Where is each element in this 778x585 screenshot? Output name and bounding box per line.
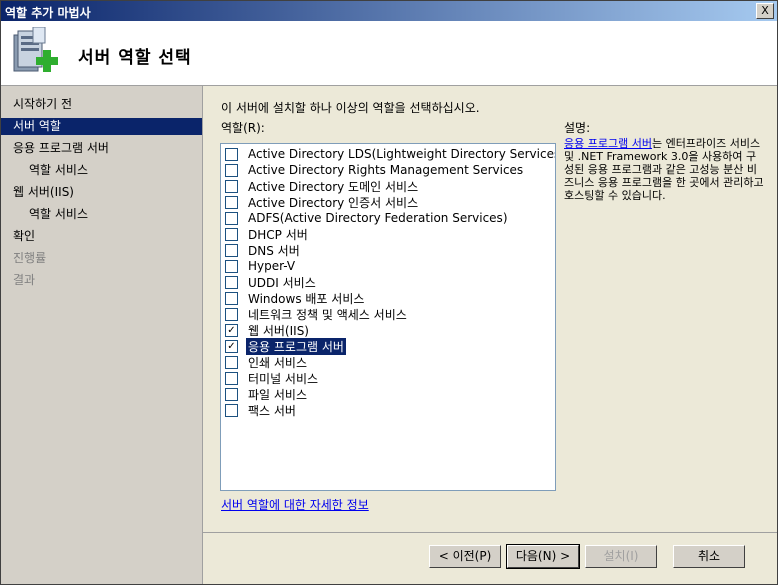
more-info-link[interactable]: 서버 역할에 대한 자세한 정보 bbox=[221, 496, 369, 513]
checkbox[interactable] bbox=[225, 307, 238, 321]
role-item-adrms[interactable]: Active Directory Rights Management Servi… bbox=[225, 162, 525, 178]
checkbox[interactable] bbox=[225, 243, 238, 257]
description-role-link[interactable]: 응용 프로그램 서버 bbox=[564, 137, 652, 150]
sidebar-item-results: 결과 bbox=[13, 273, 36, 287]
main-content: 이 서버에 설치할 하나 이상의 역할을 선택하십시오. 역할(R): Acti… bbox=[203, 86, 777, 532]
checkbox[interactable] bbox=[225, 387, 238, 401]
checkbox[interactable] bbox=[225, 163, 238, 177]
checkbox[interactable] bbox=[225, 195, 238, 209]
role-item-print[interactable]: 인쇄 서비스 bbox=[225, 354, 309, 370]
role-item-adds[interactable]: Active Directory 도메인 서비스 bbox=[225, 178, 420, 194]
wizard-steps-sidebar: 시작하기 전 서버 역할 응용 프로그램 서버 역할 서비스 웹 서버(IIS)… bbox=[1, 86, 203, 584]
role-item-dhcp[interactable]: DHCP 서버 bbox=[225, 226, 310, 242]
roles-label: 역할(R): bbox=[221, 121, 265, 135]
checkbox[interactable] bbox=[225, 403, 238, 417]
wizard-window: 역할 추가 마법사 X 서버 역할 선택 시작하기 전 서버 역할 응용 프로그… bbox=[0, 0, 778, 585]
checkbox[interactable] bbox=[225, 275, 238, 289]
server-add-icon bbox=[13, 27, 58, 72]
next-button[interactable]: 다음(N) > bbox=[506, 544, 580, 569]
sidebar-item-web-server[interactable]: 웹 서버(IIS) bbox=[1, 184, 202, 201]
role-item-file[interactable]: 파일 서비스 bbox=[225, 386, 309, 402]
sidebar-item-app-role-services[interactable]: 역할 서비스 bbox=[1, 162, 202, 179]
title-bar: 역할 추가 마법사 X bbox=[1, 1, 777, 21]
sidebar-item-before-you-begin[interactable]: 시작하기 전 bbox=[1, 96, 202, 113]
role-item-wds[interactable]: Windows 배포 서비스 bbox=[225, 290, 366, 306]
sidebar-item-confirmation[interactable]: 확인 bbox=[1, 228, 202, 245]
checkbox[interactable] bbox=[225, 371, 238, 385]
checkbox[interactable] bbox=[225, 259, 238, 273]
checkbox-checked[interactable]: ✓ bbox=[225, 339, 238, 353]
back-button[interactable]: < 이전(P) bbox=[429, 545, 501, 568]
checkbox[interactable] bbox=[225, 179, 238, 193]
install-button: 설치(I) bbox=[585, 545, 657, 568]
checkbox[interactable] bbox=[225, 227, 238, 241]
role-item-iis[interactable]: ✓ 웹 서버(IIS) bbox=[225, 322, 311, 338]
wizard-footer: < 이전(P) 다음(N) > 설치(I) 취소 bbox=[203, 532, 777, 584]
checkbox[interactable] bbox=[225, 355, 238, 369]
sidebar-item-web-role-services[interactable]: 역할 서비스 bbox=[1, 206, 202, 223]
role-item-dns[interactable]: DNS 서버 bbox=[225, 242, 302, 258]
description-text: 응용 프로그램 서버는 엔터프라이즈 서비스 및 .NET Framework … bbox=[564, 137, 764, 202]
role-item-app-server[interactable]: ✓ 응용 프로그램 서버 bbox=[225, 337, 346, 355]
sidebar-item-progress: 진행률 bbox=[13, 251, 47, 265]
window-title: 역할 추가 마법사 bbox=[5, 6, 91, 20]
description-label: 설명: bbox=[564, 121, 591, 135]
instruction-text: 이 서버에 설치할 하나 이상의 역할을 선택하십시오. bbox=[221, 101, 480, 115]
role-item-npas[interactable]: 네트워크 정책 및 액세스 서비스 bbox=[225, 306, 409, 322]
close-button[interactable]: X bbox=[756, 3, 774, 19]
role-item-adcs[interactable]: Active Directory 인증서 서비스 bbox=[225, 194, 420, 210]
page-title: 서버 역할 선택 bbox=[78, 48, 192, 68]
checkbox[interactable] bbox=[225, 211, 238, 225]
checkbox-checked[interactable]: ✓ bbox=[225, 323, 238, 337]
role-item-adfs[interactable]: ADFS(Active Directory Federation Service… bbox=[225, 210, 510, 226]
checkbox[interactable] bbox=[225, 147, 238, 161]
cancel-button[interactable]: 취소 bbox=[673, 545, 745, 568]
wizard-header: 서버 역할 선택 bbox=[1, 21, 777, 86]
role-item-adlds[interactable]: Active Directory LDS(Lightweight Directo… bbox=[225, 146, 555, 162]
role-item-uddi[interactable]: UDDI 서비스 bbox=[225, 274, 318, 290]
sidebar-item-application-server[interactable]: 응용 프로그램 서버 bbox=[1, 140, 202, 157]
checkbox[interactable] bbox=[225, 291, 238, 305]
role-item-fax[interactable]: 팩스 서버 bbox=[225, 402, 298, 418]
role-item-hyperv[interactable]: Hyper-V bbox=[225, 258, 297, 274]
roles-list[interactable]: Active Directory LDS(Lightweight Directo… bbox=[220, 143, 556, 491]
sidebar-item-server-roles[interactable]: 서버 역할 bbox=[1, 118, 202, 135]
role-item-terminal[interactable]: 터미널 서비스 bbox=[225, 370, 320, 386]
